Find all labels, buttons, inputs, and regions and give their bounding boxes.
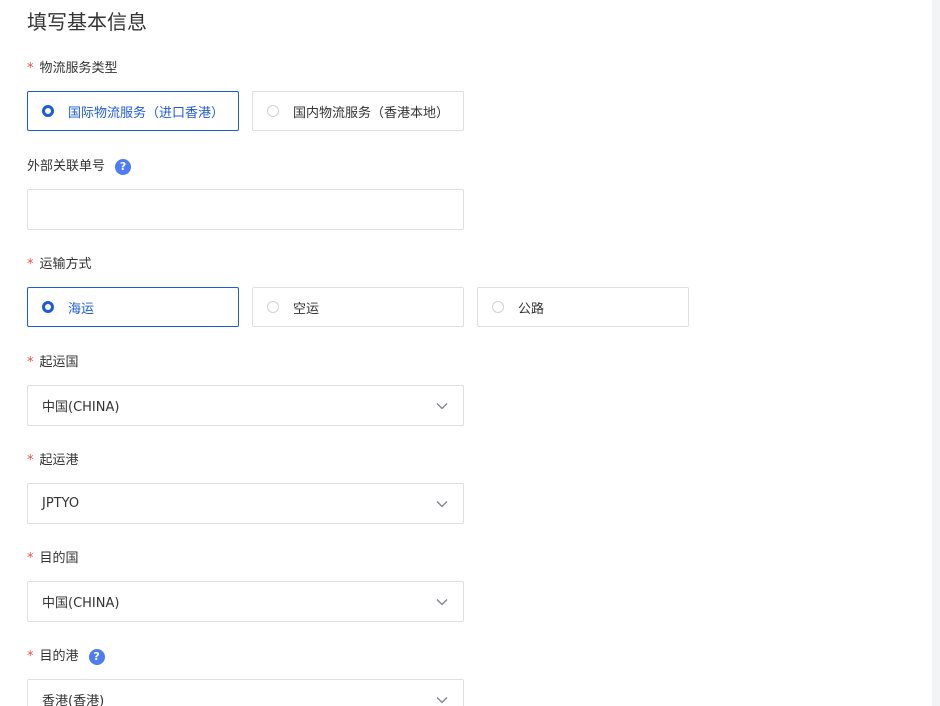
required-mark: * — [27, 61, 34, 76]
logistics-type-label-text: 物流服务类型 — [39, 61, 118, 76]
dest-country-select[interactable]: 中国(CHINA) — [27, 581, 464, 622]
radio-unselected-icon — [267, 301, 279, 313]
required-mark: * — [27, 649, 34, 664]
external-order-input[interactable] — [27, 189, 464, 230]
dest-country-label-text: 目的国 — [39, 551, 79, 566]
external-order-label-text: 外部关联单号 — [27, 159, 106, 174]
logistics-type-label: * 物流服务类型 — [27, 60, 118, 78]
select-value: 香港(香港) — [42, 694, 105, 706]
radio-label: 空运 — [293, 301, 320, 317]
transport-mode-label: * 运输方式 — [27, 256, 92, 274]
basic-info-form: 填写基本信息 * 物流服务类型 国际物流服务（进口香港） 国内物流服务（香港本地… — [0, 0, 940, 706]
scrollbar-track[interactable] — [932, 0, 940, 706]
radio-label: 国际物流服务（进口香港） — [68, 105, 225, 121]
required-mark: * — [27, 257, 34, 272]
required-mark: * — [27, 453, 34, 468]
chevron-down-icon — [436, 402, 448, 409]
page-title: 填写基本信息 — [27, 10, 147, 34]
select-value: 中国(CHINA) — [42, 400, 120, 415]
radio-unselected-icon — [267, 105, 279, 117]
required-mark: * — [27, 551, 34, 566]
chevron-down-icon — [436, 696, 448, 703]
external-order-label: 外部关联单号 ? — [27, 158, 132, 176]
chevron-down-icon — [436, 500, 448, 507]
origin-country-select[interactable]: 中国(CHINA) — [27, 385, 464, 426]
radio-selected-icon — [42, 105, 54, 117]
dest-port-label-text: 目的港 — [39, 649, 79, 664]
question-circle-icon[interactable]: ? — [115, 159, 132, 175]
radio-label: 国内物流服务（香港本地） — [293, 105, 450, 121]
radio-unselected-icon — [492, 301, 504, 313]
transport-mode-label-text: 运输方式 — [39, 257, 92, 272]
radio-domestic-logistics[interactable]: 国内物流服务（香港本地） — [252, 91, 464, 131]
origin-port-label: * 起运港 — [27, 452, 79, 470]
radio-label: 公路 — [518, 301, 545, 317]
select-value: 中国(CHINA) — [42, 596, 120, 611]
question-circle-icon[interactable]: ? — [88, 649, 105, 665]
required-mark: * — [27, 355, 34, 370]
radio-label: 海运 — [68, 301, 95, 317]
radio-sea-transport[interactable]: 海运 — [27, 287, 239, 327]
origin-country-label-text: 起运国 — [39, 355, 79, 370]
origin-port-label-text: 起运港 — [39, 453, 79, 468]
radio-international-logistics[interactable]: 国际物流服务（进口香港） — [27, 91, 239, 131]
chevron-down-icon — [436, 598, 448, 605]
radio-road-transport[interactable]: 公路 — [477, 287, 689, 327]
origin-country-label: * 起运国 — [27, 354, 79, 372]
dest-port-label: * 目的港 ? — [27, 648, 105, 666]
radio-air-transport[interactable]: 空运 — [252, 287, 464, 327]
dest-country-label: * 目的国 — [27, 550, 79, 568]
origin-port-select[interactable]: JPTYO — [27, 483, 464, 524]
select-value: JPTYO — [42, 496, 80, 511]
radio-selected-icon — [42, 301, 54, 313]
dest-port-select[interactable]: 香港(香港) — [27, 679, 464, 706]
